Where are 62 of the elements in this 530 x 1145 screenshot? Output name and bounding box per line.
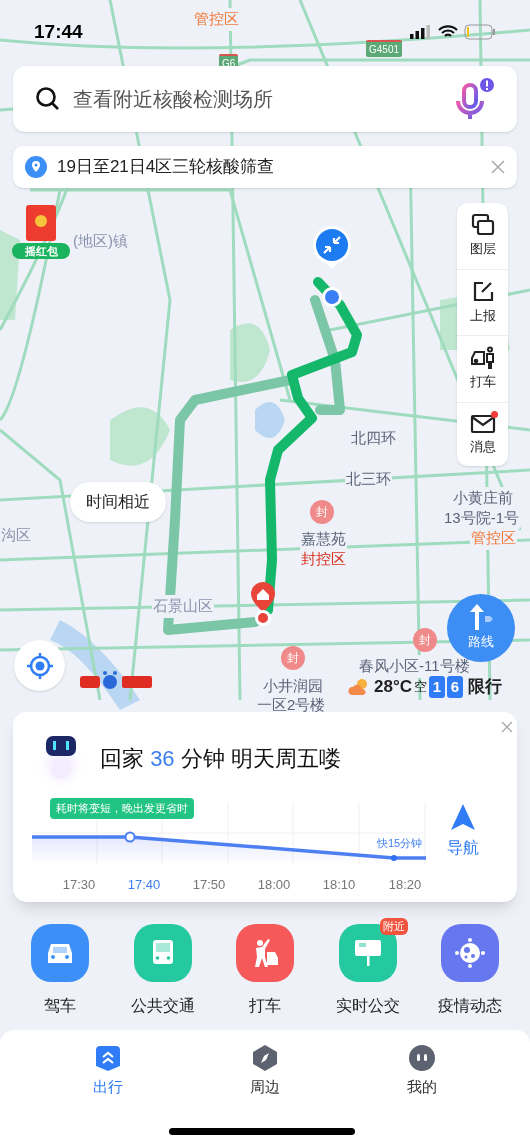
wifi-icon	[438, 25, 458, 39]
navigation-arrow-icon	[450, 804, 476, 830]
map-tool-button[interactable]: 图层	[457, 203, 508, 269]
route-arrow-icon	[467, 604, 495, 631]
temperature: 28°C	[374, 676, 412, 698]
search-icon	[35, 86, 61, 112]
tab[interactable]: 我的	[343, 1044, 500, 1099]
quick-action-button[interactable]: 公共交通	[122, 918, 203, 1030]
map-tool-button[interactable]: 上报	[457, 268, 508, 335]
mail-icon	[469, 412, 496, 435]
bus-stop-sign-icon	[352, 937, 383, 969]
tip-bubble: 耗时将变短，晚出发更省时	[50, 798, 194, 819]
signal-icon	[410, 25, 432, 39]
time-tick-label[interactable]: 17:30	[59, 875, 99, 895]
double-chevron-icon	[94, 1044, 123, 1072]
search-bar[interactable]: 查看附近核酸检测场所	[13, 66, 517, 132]
car-person-icon	[469, 346, 496, 370]
map-label: 春风小区-11号楼	[358, 655, 471, 678]
map-label: 石景山区	[152, 595, 214, 618]
current-location-dot-icon	[321, 286, 343, 308]
close-icon[interactable]	[501, 721, 513, 733]
locate-icon	[26, 652, 53, 679]
map-label: 小黄庄前	[452, 487, 514, 510]
notice-text: 19日至21日4区三轮核酸筛查	[57, 156, 276, 179]
virus-icon	[454, 937, 486, 969]
route-bubble: 时间相近	[70, 482, 166, 522]
notice-bar[interactable]: 19日至21日4区三轮核酸筛查	[13, 146, 517, 188]
map-label: 嘉慧苑	[300, 528, 347, 551]
map-tool-button[interactable]: 消息	[457, 401, 508, 466]
search-field[interactable]: 查看附近核酸检测场所	[73, 84, 443, 114]
compass-icon	[251, 1044, 279, 1072]
time-tick-label[interactable]: 17:50	[189, 875, 229, 895]
layers-icon	[470, 213, 495, 237]
battery-icon	[464, 24, 496, 40]
map-tool-button[interactable]: 打车	[457, 335, 508, 402]
road-shield: G4501	[366, 40, 403, 57]
map-label: 13号院-1号	[443, 507, 521, 530]
close-icon[interactable]	[491, 160, 505, 174]
time-saving-label: 快15分钟	[377, 836, 423, 851]
microphone-icon[interactable]	[455, 77, 495, 121]
air-quality: 空	[414, 678, 427, 696]
tab[interactable]: 周边	[186, 1044, 344, 1099]
status-time: 17:44	[34, 19, 83, 44]
face-icon	[407, 1044, 436, 1072]
collapse-arrows-icon	[312, 225, 352, 271]
time-tick-label[interactable]: 18:10	[319, 875, 359, 895]
trip-title: 回家 36 分钟 明天周五喽	[100, 745, 341, 773]
quick-action-button[interactable]: 打车	[225, 918, 305, 1030]
quick-action-button[interactable]: 疫情动态	[430, 918, 510, 1030]
location-pin-icon	[25, 156, 47, 178]
time-tick-label[interactable]: 18:00	[254, 875, 294, 895]
home-pin-icon	[249, 580, 277, 628]
map-label: 管控区	[193, 8, 240, 31]
quick-action-button[interactable]: 驾车	[20, 918, 100, 1030]
tab[interactable]: 出行	[30, 1044, 187, 1099]
quick-action-button[interactable]: 附近 实时公交	[327, 918, 408, 1030]
nearby-badge: 附近	[379, 918, 408, 935]
navigate-button[interactable]: 导航	[447, 804, 479, 860]
time-tick-label[interactable]: 17:40	[124, 875, 164, 895]
restriction-label: 限行	[468, 676, 502, 698]
time-tick-label[interactable]: 18:20	[385, 875, 425, 895]
map-label: 管控区	[470, 527, 517, 550]
